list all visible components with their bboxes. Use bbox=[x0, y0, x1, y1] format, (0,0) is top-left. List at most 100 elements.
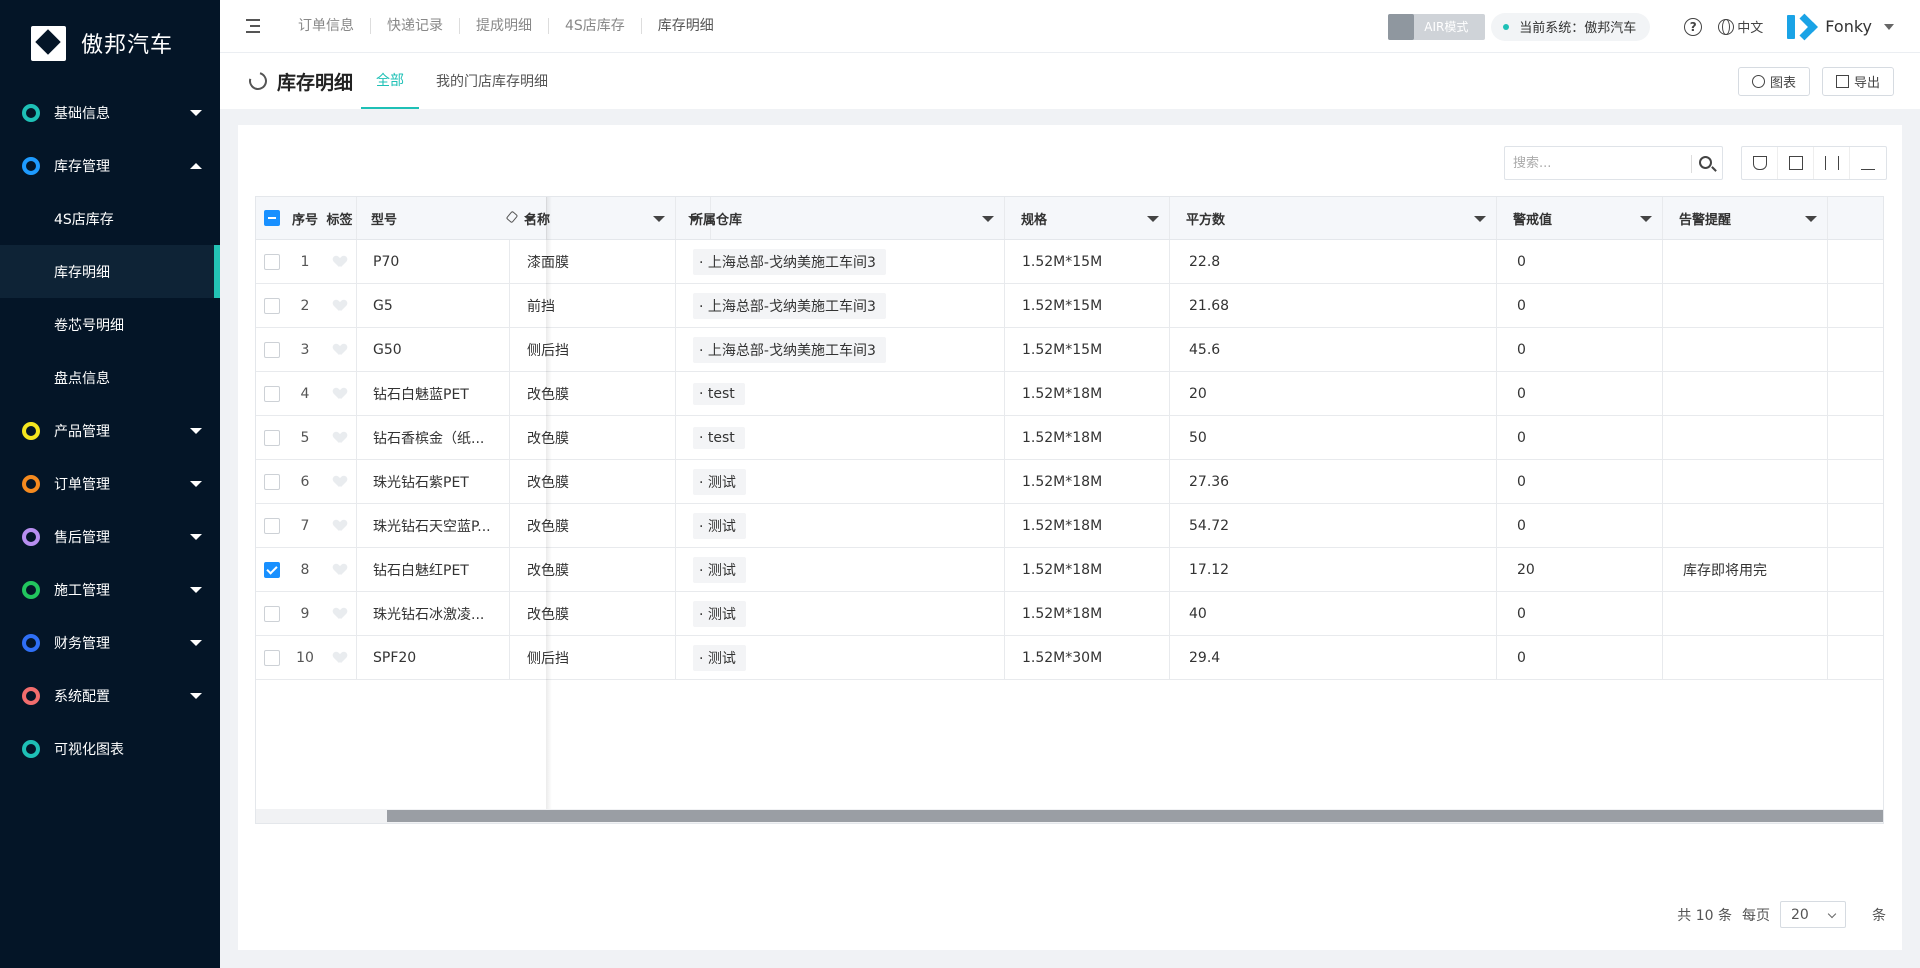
column-menu-icon[interactable] bbox=[1805, 216, 1817, 222]
row-checkbox[interactable] bbox=[263, 649, 280, 666]
tag-icon[interactable] bbox=[334, 476, 346, 487]
tag-icon[interactable] bbox=[334, 608, 346, 619]
table-row[interactable]: 7珠光钻石天空蓝P...改色膜测试1.52M*18M54.720 bbox=[256, 504, 1883, 548]
table-row[interactable]: 2G5前挡上海总部-戈纳美施工车间31.52M*15M21.680 bbox=[256, 284, 1883, 328]
row-checkbox[interactable] bbox=[263, 605, 280, 622]
export-button[interactable]: 导出 bbox=[1821, 67, 1894, 96]
tag-icon[interactable] bbox=[334, 388, 346, 399]
warehouse-tag: 测试 bbox=[693, 600, 746, 627]
breadcrumb-item[interactable]: 4S店库存 bbox=[549, 18, 642, 34]
cell-index: 4 bbox=[300, 385, 310, 402]
app-name: 傲邦汽车 bbox=[81, 33, 174, 58]
export-button-label: 导出 bbox=[1853, 76, 1880, 91]
sidebar-item[interactable]: 售后管理 bbox=[0, 510, 220, 563]
horizontal-scrollbar[interactable] bbox=[256, 809, 1883, 823]
sidebar-item-label: 财务管理 bbox=[54, 635, 110, 652]
tag-icon[interactable] bbox=[334, 564, 346, 575]
chart-button[interactable]: 图表 bbox=[1737, 67, 1810, 96]
cell-sqm: 54.72 bbox=[1189, 517, 1230, 534]
row-checkbox[interactable] bbox=[263, 517, 280, 534]
table-row[interactable]: 10SPF20侧后挡测试1.52M*30M29.40 bbox=[256, 636, 1883, 680]
column-alert[interactable]: 告警提醒 bbox=[1663, 197, 1828, 239]
sidebar-menu: 基础信息 库存管理 4S店库存 库存明细 卷芯号明细 盘点信息 产品管理 订单管理 售后管理 施工… bbox=[0, 86, 220, 775]
row-checkbox[interactable] bbox=[263, 385, 280, 402]
current-system-badge[interactable]: 当前系统：傲邦汽车 bbox=[1491, 12, 1651, 41]
table-row[interactable]: 3G50侧后挡上海总部-戈纳美施工车间31.52M*15M45.60 bbox=[256, 328, 1883, 372]
breadcrumb: 订单信息 快递记录 提成明细 4S店库存 库存明细 bbox=[282, 18, 730, 34]
table-row[interactable]: 8钻石白魅红PET改色膜测试1.52M*18M17.1220库存即将用完 bbox=[256, 548, 1883, 592]
row-checkbox[interactable] bbox=[263, 561, 280, 578]
column-menu-icon[interactable] bbox=[1147, 216, 1159, 222]
column-menu-icon[interactable] bbox=[982, 216, 994, 222]
logo-icon bbox=[31, 25, 66, 61]
sidebar-item[interactable]: 产品管理 bbox=[0, 404, 220, 457]
breadcrumb-item[interactable]: 提成明细 bbox=[460, 18, 549, 34]
row-checkbox[interactable] bbox=[263, 429, 280, 446]
table-row[interactable]: 1P70漆面膜上海总部-戈纳美施工车间31.52M*15M22.80 bbox=[256, 240, 1883, 284]
row-checkbox[interactable] bbox=[263, 473, 280, 490]
scrollbar-thumb[interactable] bbox=[387, 810, 1883, 822]
circle-icon bbox=[22, 527, 40, 546]
sidebar-item[interactable]: 施工管理 bbox=[0, 563, 220, 616]
row-checkbox[interactable] bbox=[263, 341, 280, 358]
refresh-icon[interactable] bbox=[245, 68, 271, 94]
stats-button[interactable] bbox=[1850, 147, 1886, 179]
table-row[interactable]: 4钻石白魅蓝PET改色膜test1.52M*18M200 bbox=[256, 372, 1883, 416]
sidebar-item[interactable]: 库存管理 bbox=[0, 139, 220, 192]
column-menu-icon[interactable] bbox=[653, 216, 665, 222]
table-row[interactable]: 6珠光钻石紫PET改色膜测试1.52M*18M27.360 bbox=[256, 460, 1883, 504]
cell-spec: 1.52M*18M bbox=[1022, 473, 1103, 490]
avatar bbox=[1785, 13, 1813, 41]
row-checkbox[interactable] bbox=[263, 297, 280, 314]
column-menu-icon[interactable] bbox=[1640, 216, 1652, 222]
search-input[interactable] bbox=[1505, 148, 1685, 178]
sidebar-item[interactable]: 可视化图表 bbox=[0, 722, 220, 775]
column-warehouse[interactable]: 所属仓库 bbox=[676, 197, 1005, 239]
breadcrumb-item[interactable]: 快递记录 bbox=[371, 18, 460, 34]
sidebar-subitem[interactable]: 库存明细 bbox=[0, 245, 220, 298]
tag-icon[interactable] bbox=[334, 520, 346, 531]
warehouse-tag: 测试 bbox=[693, 512, 746, 539]
breadcrumb-item[interactable]: 订单信息 bbox=[282, 18, 371, 34]
help-icon[interactable]: ? bbox=[1684, 17, 1703, 36]
sidebar-item[interactable]: 财务管理 bbox=[0, 616, 220, 669]
table-row[interactable]: 9珠光钻石冰激凌...改色膜测试1.52M*18M400 bbox=[256, 592, 1883, 636]
cell-sqm: 50 bbox=[1189, 429, 1207, 446]
column-warn[interactable]: 警戒值 bbox=[1497, 197, 1663, 239]
table-row[interactable]: 5钻石香槟金（纸...改色膜test1.52M*18M500 bbox=[256, 416, 1883, 460]
column-menu-icon[interactable] bbox=[1474, 216, 1486, 222]
column-name[interactable]: 名称 bbox=[510, 197, 676, 239]
tab-my-store[interactable]: 我的门店库存明细 bbox=[421, 53, 563, 109]
sidebar-subitem[interactable]: 卷芯号明细 bbox=[0, 298, 220, 351]
breadcrumb-item[interactable]: 库存明细 bbox=[642, 18, 730, 34]
sidebar-item[interactable]: 系统配置 bbox=[0, 669, 220, 722]
column-spec-label: 规格 bbox=[1021, 212, 1048, 228]
sidebar-item[interactable]: 基础信息 bbox=[0, 86, 220, 139]
sidebar-subitem[interactable]: 盘点信息 bbox=[0, 351, 220, 404]
row-checkbox[interactable] bbox=[263, 253, 280, 270]
search-icon[interactable] bbox=[1699, 156, 1712, 169]
collapse-menu-icon[interactable] bbox=[244, 16, 264, 36]
select-all-checkbox[interactable] bbox=[263, 210, 280, 226]
column-spec[interactable]: 规格 bbox=[1005, 197, 1170, 239]
tag-icon[interactable] bbox=[334, 256, 346, 267]
tab-all[interactable]: 全部 bbox=[361, 53, 420, 109]
inventory-table: 序号 标签 型号 名称 所属仓库 规格 平方数 警戒值 告警提醒 1 P70 ·… bbox=[255, 196, 1884, 824]
tag-icon[interactable] bbox=[334, 652, 346, 663]
columns-button[interactable] bbox=[1778, 147, 1814, 179]
tag-icon[interactable] bbox=[334, 300, 346, 311]
column-tag: 标签 bbox=[323, 197, 357, 239]
user-menu[interactable]: Fonky bbox=[1785, 13, 1894, 41]
sidebar-item[interactable]: 订单管理 bbox=[0, 457, 220, 510]
sidebar-subitem[interactable]: 4S店库存 bbox=[0, 192, 220, 245]
filter-button[interactable] bbox=[1742, 147, 1778, 179]
language-switcher[interactable]: 中文 bbox=[1718, 17, 1763, 36]
tag-icon[interactable] bbox=[334, 432, 346, 443]
sort-button[interactable] bbox=[1814, 147, 1850, 179]
air-mode-toggle[interactable]: AIR模式 bbox=[1388, 13, 1486, 40]
page-size-value: 20 bbox=[1791, 906, 1809, 923]
column-sqm[interactable]: 平方数 bbox=[1170, 197, 1497, 239]
brand-logo[interactable]: 傲邦汽车 bbox=[0, 0, 220, 86]
page-size-select[interactable]: 20 bbox=[1780, 901, 1846, 928]
tag-icon[interactable] bbox=[334, 344, 346, 355]
